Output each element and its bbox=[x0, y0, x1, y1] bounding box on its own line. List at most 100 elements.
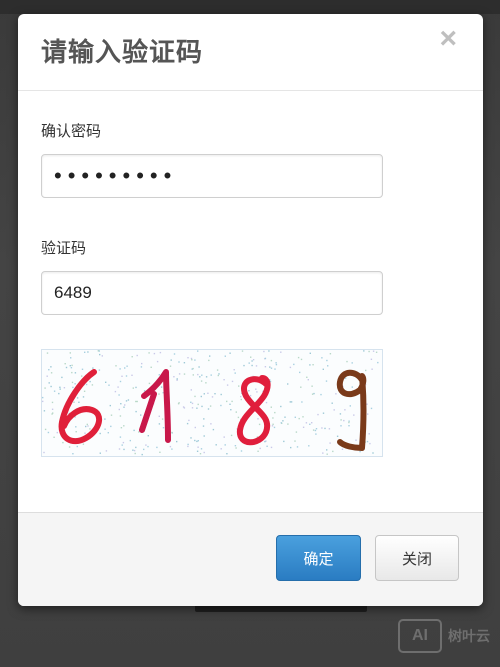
captcha-noise-dot bbox=[265, 401, 268, 404]
captcha-noise-dot bbox=[348, 425, 350, 427]
captcha-noise-dot bbox=[275, 362, 277, 364]
captcha-noise-dot bbox=[369, 442, 371, 445]
captcha-noise-dot bbox=[101, 355, 103, 357]
captcha-noise-dot bbox=[287, 423, 289, 425]
captcha-noise-dot bbox=[48, 369, 50, 371]
captcha-noise-dot bbox=[231, 380, 234, 383]
captcha-noise-dot bbox=[255, 388, 257, 390]
captcha-noise-dot bbox=[135, 400, 137, 403]
captcha-noise-dot bbox=[82, 443, 85, 445]
captcha-noise-dot bbox=[158, 374, 160, 376]
captcha-noise-dot bbox=[92, 367, 94, 369]
captcha-noise-dot bbox=[256, 391, 258, 393]
captcha-noise-dot bbox=[375, 351, 378, 353]
captcha-noise-dot bbox=[367, 413, 369, 415]
captcha-noise-dot bbox=[300, 386, 302, 388]
captcha-noise-dot bbox=[237, 416, 240, 419]
captcha-noise-dot bbox=[159, 451, 161, 453]
captcha-noise-dot bbox=[59, 388, 61, 390]
captcha-noise-dot bbox=[348, 421, 350, 424]
captcha-input[interactable]: 6489 bbox=[41, 271, 383, 315]
captcha-noise-dot bbox=[99, 353, 101, 356]
captcha-noise-dot bbox=[372, 452, 374, 454]
captcha-noise-dot bbox=[125, 400, 128, 402]
dialog-title: 请输入验证码 bbox=[41, 38, 204, 68]
captcha-noise-dot bbox=[298, 417, 300, 420]
captcha-noise-dot bbox=[248, 390, 250, 392]
captcha-noise-dot bbox=[123, 425, 125, 427]
captcha-noise-dot bbox=[158, 393, 160, 395]
captcha-noise-dot bbox=[196, 440, 198, 443]
captcha-noise-dot bbox=[220, 404, 222, 407]
captcha-noise-dot bbox=[230, 434, 233, 437]
captcha-noise-dot bbox=[201, 374, 203, 376]
captcha-noise-dot bbox=[50, 385, 52, 388]
captcha-noise-dot bbox=[200, 448, 203, 450]
captcha-noise-dot bbox=[299, 371, 301, 374]
captcha-noise-dot bbox=[315, 433, 317, 435]
captcha-noise-dot bbox=[371, 368, 373, 370]
captcha-noise-dot bbox=[326, 359, 328, 362]
captcha-noise-dot bbox=[280, 351, 282, 353]
captcha-noise-dot bbox=[251, 364, 253, 367]
confirm-button[interactable]: 确定 bbox=[276, 535, 361, 581]
captcha-noise-dot bbox=[226, 400, 228, 403]
captcha-noise-dot bbox=[194, 426, 196, 429]
captcha-noise-dot bbox=[136, 354, 138, 357]
confirm-password-input[interactable]: ••••••••• bbox=[41, 154, 383, 198]
captcha-noise-dot bbox=[71, 364, 73, 367]
captcha-noise-dot bbox=[289, 401, 291, 403]
captcha-noise-dot bbox=[117, 386, 119, 388]
captcha-noise-dot bbox=[194, 359, 196, 361]
captcha-noise-dot bbox=[199, 376, 201, 378]
captcha-noise-dot bbox=[82, 396, 85, 398]
captcha-noise-dot bbox=[198, 366, 200, 368]
backdrop-top-strip bbox=[0, 0, 500, 14]
captcha-noise-dot bbox=[187, 445, 189, 448]
captcha-noise-dot bbox=[215, 444, 217, 446]
captcha-noise-dot bbox=[306, 376, 308, 378]
captcha-noise-dot bbox=[309, 423, 311, 425]
captcha-noise-dot bbox=[280, 422, 282, 424]
captcha-noise-dot bbox=[365, 369, 367, 372]
captcha-noise-dot bbox=[122, 441, 125, 444]
captcha-noise-dot bbox=[159, 351, 162, 354]
captcha-noise-dot bbox=[329, 353, 332, 355]
captcha-noise-dot bbox=[120, 403, 122, 405]
captcha-noise-dot bbox=[339, 413, 342, 415]
captcha-noise-dot bbox=[233, 369, 235, 371]
captcha-noise-dot bbox=[42, 400, 44, 403]
captcha-noise-dot bbox=[249, 394, 252, 397]
captcha-noise-dot bbox=[322, 452, 324, 454]
captcha-noise-dot bbox=[340, 425, 342, 427]
captcha-noise-dot bbox=[216, 369, 219, 371]
captcha-noise-dot bbox=[355, 439, 357, 441]
dialog-header: 请输入验证码 × bbox=[18, 14, 483, 91]
captcha-noise-dot bbox=[119, 415, 122, 417]
captcha-noise-dot bbox=[65, 366, 68, 369]
captcha-image[interactable] bbox=[41, 349, 383, 457]
captcha-noise-dot bbox=[366, 440, 369, 443]
captcha-noise-dot bbox=[187, 357, 189, 359]
captcha-noise-dot bbox=[71, 381, 74, 384]
captcha-noise-dot bbox=[178, 373, 181, 375]
captcha-noise-dot bbox=[307, 379, 309, 381]
captcha-noise-dot bbox=[271, 425, 274, 427]
captcha-noise-dot bbox=[170, 359, 172, 361]
captcha-noise-dot bbox=[344, 409, 346, 411]
captcha-noise-dot bbox=[243, 364, 245, 367]
captcha-noise-dot bbox=[220, 448, 222, 450]
captcha-noise-dot bbox=[124, 404, 126, 406]
close-button[interactable]: 关闭 bbox=[375, 535, 459, 581]
captcha-noise-dot bbox=[169, 445, 172, 448]
captcha-noise-dot bbox=[370, 407, 373, 410]
captcha-noise-dot bbox=[63, 387, 66, 389]
captcha-noise-dot bbox=[282, 420, 284, 422]
captcha-noise-dot bbox=[121, 375, 123, 377]
captcha-noise-dot bbox=[84, 432, 86, 434]
captcha-noise-dot bbox=[42, 396, 44, 399]
captcha-noise-dot bbox=[145, 444, 147, 446]
captcha-noise-dot bbox=[331, 402, 333, 404]
captcha-noise-dot bbox=[119, 436, 122, 438]
close-icon[interactable]: × bbox=[439, 24, 457, 54]
